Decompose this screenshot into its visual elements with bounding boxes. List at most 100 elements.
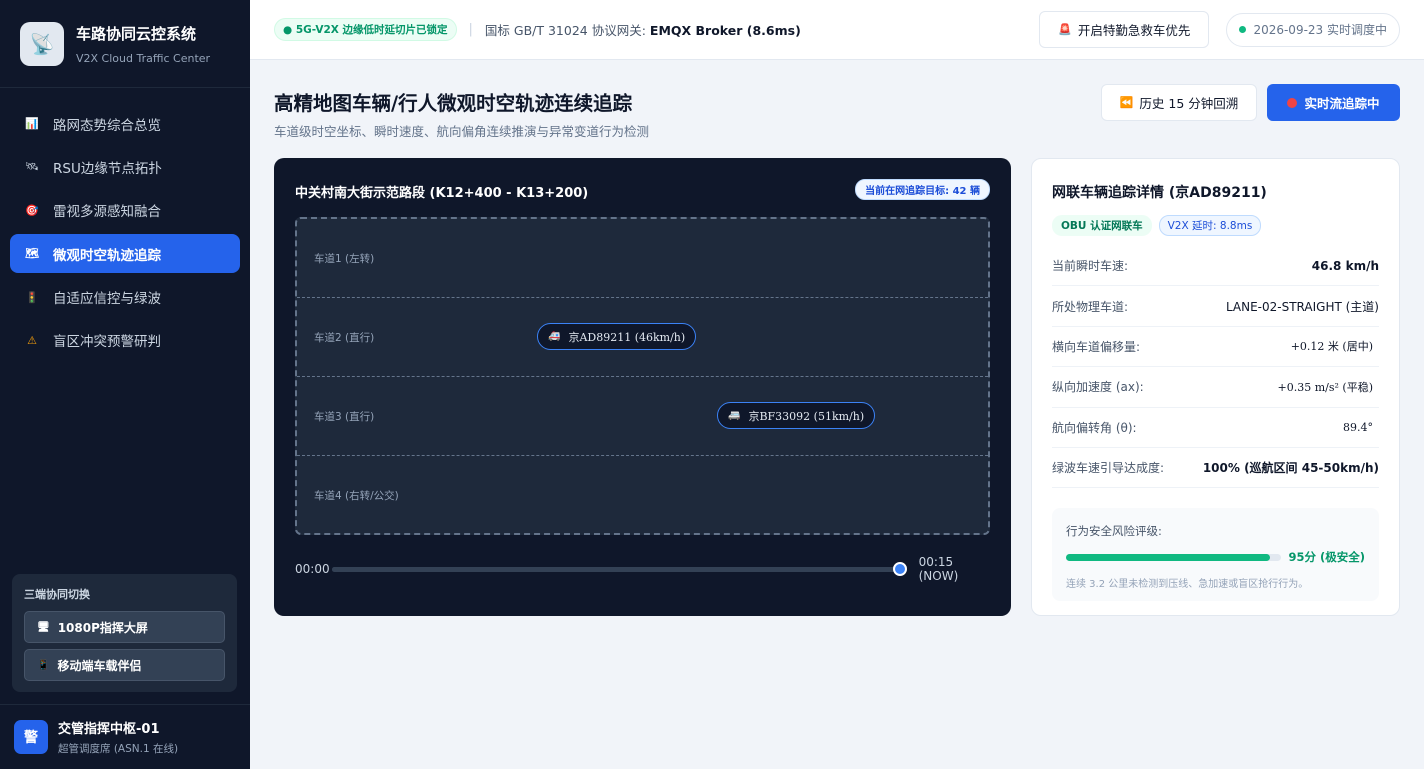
protocol-prefix: 国标 GB/T 31024 协议网关: bbox=[484, 23, 646, 38]
satellite-dish-icon: 📡 bbox=[20, 21, 64, 66]
detail-value: 46.8 km/h bbox=[1311, 258, 1379, 273]
big-screen-button[interactable]: 🖥 1080P指挥大屏 bbox=[24, 611, 225, 643]
target-icon: 🎯 bbox=[25, 203, 39, 217]
live-tracking-label: 实时流追踪中 bbox=[1304, 96, 1380, 111]
obu-badge: OBU 认证网联车 bbox=[1052, 215, 1152, 236]
detail-key: 绿波车速引导达成度: bbox=[1052, 461, 1165, 476]
detail-key: 当前瞬时车速: bbox=[1052, 259, 1129, 274]
sidebar-item-rsu[interactable]: 🛰 RSU边缘节点拓扑 bbox=[10, 147, 240, 186]
siren-icon: 🚨 bbox=[1058, 23, 1072, 36]
lane-3: 车道3 (直行) 🚐 京BF33092 (51km/h) bbox=[297, 377, 988, 456]
trajectory-map-panel: 中关村南大街示范路段 (K12+400 - K13+200) 当前在网追踪目标:… bbox=[274, 158, 1011, 616]
vehicle-label: 京BF33092 (51km/h) bbox=[748, 409, 865, 423]
vehicle-detail-panel: 网联车辆追踪详情 (京AD89211) OBU 认证网联车 V2X 延时: 8.… bbox=[1031, 158, 1400, 616]
sidebar: 📡 车路协同云控系统 V2X Cloud Traffic Center 📊 路网… bbox=[0, 0, 250, 769]
history-replay-label: 历史 15 分钟回溯 bbox=[1139, 96, 1239, 111]
detail-row-speed: 当前瞬时车速: 46.8 km/h bbox=[1052, 246, 1379, 287]
protocol-value: EMQX Broker (8.6ms) bbox=[649, 23, 801, 38]
user-name: 交管指挥中枢-01 bbox=[58, 722, 160, 737]
detail-title: 网联车辆追踪详情 (京AD89211) bbox=[1052, 185, 1267, 201]
lane-map: 车道1 (左转) 车道2 (直行) 🚑 京AD89211 (46km/h) 车道… bbox=[295, 217, 990, 535]
timeline-start: 00:00 bbox=[295, 562, 330, 576]
sidebar-item-overview[interactable]: 📊 路网态势综合总览 bbox=[10, 104, 240, 143]
road-segment-title: 中关村南大街示范路段 (K12+400 - K13+200) bbox=[295, 186, 589, 201]
user-profile[interactable]: 警 交管指挥中枢-01 超管调度席 (ASN.1 在线) bbox=[0, 704, 250, 769]
risk-score: 95分 (极安全) bbox=[1288, 550, 1365, 565]
sidebar-item-warning[interactable]: ⚠ 盲区冲突预警研判 bbox=[10, 321, 240, 360]
slice-status-badge: ● 5G-V2X 边缘低时延切片已锁定 bbox=[274, 18, 457, 41]
timeline-handle[interactable] bbox=[892, 561, 907, 576]
van-icon: 🚐 bbox=[728, 410, 741, 421]
ambulance-icon: 🚑 bbox=[548, 331, 561, 342]
timeline-track[interactable] bbox=[331, 561, 907, 576]
detail-value: LANE-02-STRAIGHT (主道) bbox=[1225, 299, 1379, 314]
sidebar-nav: 📊 路网态势综合总览 🛰 RSU边缘节点拓扑 🎯 雷视多源感知融合 🗺 微观时空… bbox=[0, 88, 250, 380]
detail-key: 横向车道偏移量: bbox=[1052, 339, 1141, 354]
lane-1: 车道1 (左转) bbox=[297, 219, 988, 298]
detail-row-green-wave: 绿波车速引导达成度: 100% (巡航区间 45-50km/h) bbox=[1052, 448, 1379, 489]
page-subtitle: 车道级时空坐标、瞬时速度、航向偏角连续推演与异常变道行为检测 bbox=[274, 124, 650, 139]
bar-chart-icon: 📊 bbox=[25, 117, 39, 130]
brand-subtitle: V2X Cloud Traffic Center bbox=[76, 51, 211, 65]
mobile-companion-label: 移动端车载伴侣 bbox=[57, 658, 142, 673]
tracked-count-badge: 当前在网追踪目标: 42 辆 bbox=[855, 179, 990, 200]
map-icon: 🗺 bbox=[25, 247, 39, 261]
timeline-scrubber: 00:00 00:15 (NOW) bbox=[295, 555, 990, 583]
date-label: 2026-09-23 实时调度中 bbox=[1253, 23, 1387, 37]
rewind-icon: ⏪ bbox=[1119, 96, 1134, 109]
header-separator: | bbox=[468, 22, 473, 37]
terminal-switch-panel: 三端协同切换 🖥 1080P指挥大屏 📱 移动端车载伴侣 bbox=[12, 574, 237, 692]
detail-row-lateral-offset: 横向车道偏移量: +0.12 米 (居中) bbox=[1052, 327, 1379, 368]
monitor-icon: 🖥 bbox=[37, 621, 50, 633]
lane-4: 车道4 (右转/公交) bbox=[297, 456, 988, 535]
vehicle-marker-jing-ad89211[interactable]: 🚑 京AD89211 (46km/h) bbox=[537, 323, 697, 350]
lane-label: 车道3 (直行) bbox=[314, 411, 375, 423]
detail-row-heading: 航向偏转角 (θ): 89.4° bbox=[1052, 408, 1379, 448]
live-record-icon bbox=[1287, 97, 1298, 108]
mobile-companion-button[interactable]: 📱 移动端车载伴侣 bbox=[24, 649, 225, 681]
protocol-gateway: 国标 GB/T 31024 协议网关: EMQX Broker (8.6ms) bbox=[485, 20, 801, 39]
status-dot-icon bbox=[1239, 26, 1247, 33]
lane-label: 车道4 (右转/公交) bbox=[314, 490, 399, 502]
date-status-pill: 2026-09-23 实时调度中 bbox=[1226, 12, 1400, 47]
lane-2: 车道2 (直行) 🚑 京AD89211 (46km/h) bbox=[297, 298, 988, 377]
user-role: 超管调度席 (ASN.1 在线) bbox=[58, 743, 179, 755]
live-tracking-button[interactable]: 实时流追踪中 bbox=[1267, 84, 1400, 121]
mobile-phone-icon: 📱 bbox=[37, 659, 50, 671]
sidebar-item-trajectory[interactable]: 🗺 微观时空轨迹追踪 bbox=[10, 234, 240, 274]
detail-row-lane: 所处物理车道: LANE-02-STRAIGHT (主道) bbox=[1052, 286, 1379, 327]
risk-progress-fill bbox=[1066, 553, 1271, 561]
sidebar-item-label: 自适应信控与绿波 bbox=[53, 291, 161, 308]
timeline-fill bbox=[331, 566, 900, 572]
risk-rating-card: 行为安全风险评级: 95分 (极安全) 连续 3.2 公里未检测到压线、急加速或… bbox=[1052, 508, 1379, 602]
sidebar-item-label: RSU边缘节点拓扑 bbox=[53, 160, 162, 177]
detail-key: 所处物理车道: bbox=[1052, 299, 1129, 314]
traffic-light-icon: 🚦 bbox=[25, 290, 39, 304]
risk-note: 连续 3.2 公里未检测到压线、急加速或盲区抢行行为。 bbox=[1066, 579, 1309, 591]
page-title: 高精地图车辆/行人微观时空轨迹连续追踪 bbox=[274, 92, 633, 115]
detail-value: 89.4° bbox=[1343, 420, 1373, 434]
v2x-latency-badge: V2X 延时: 8.8ms bbox=[1158, 215, 1262, 236]
big-screen-label: 1080P指挥大屏 bbox=[57, 620, 148, 635]
detail-value: +0.12 米 (居中) bbox=[1290, 340, 1373, 354]
vehicle-marker-jing-bf33092[interactable]: 🚐 京BF33092 (51km/h) bbox=[717, 402, 876, 429]
sidebar-item-label: 雷视多源感知融合 bbox=[53, 204, 161, 221]
sidebar-item-label: 盲区冲突预警研判 bbox=[53, 334, 161, 351]
sidebar-item-label: 路网态势综合总览 bbox=[53, 117, 161, 134]
lane-label: 车道2 (直行) bbox=[314, 332, 375, 344]
top-header: ● 5G-V2X 边缘低时延切片已锁定 | 国标 GB/T 31024 协议网关… bbox=[250, 0, 1424, 60]
detail-value: +0.35 m/s² (平稳) bbox=[1277, 380, 1373, 394]
timeline-end: 00:15 (NOW) bbox=[918, 555, 959, 583]
warning-icon: ⚠ bbox=[27, 333, 37, 347]
brand-title: 车路协同云控系统 bbox=[76, 24, 197, 43]
sidebar-item-fusion[interactable]: 🎯 雷视多源感知融合 bbox=[10, 191, 240, 230]
risk-label: 行为安全风险评级: bbox=[1066, 524, 1162, 539]
sidebar-item-signal[interactable]: 🚦 自适应信控与绿波 bbox=[10, 278, 240, 317]
history-replay-button[interactable]: ⏪ 历史 15 分钟回溯 bbox=[1101, 84, 1257, 121]
sidebar-item-label: 微观时空轨迹追踪 bbox=[53, 247, 161, 264]
lane-label: 车道1 (左转) bbox=[314, 253, 375, 265]
brand: 📡 车路协同云控系统 V2X Cloud Traffic Center bbox=[0, 0, 250, 88]
emergency-priority-button[interactable]: 🚨 开启特勤急救车优先 bbox=[1039, 11, 1210, 48]
emergency-priority-label: 开启特勤急救车优先 bbox=[1077, 23, 1191, 38]
vehicle-label: 京AD89211 (46km/h) bbox=[568, 330, 686, 344]
